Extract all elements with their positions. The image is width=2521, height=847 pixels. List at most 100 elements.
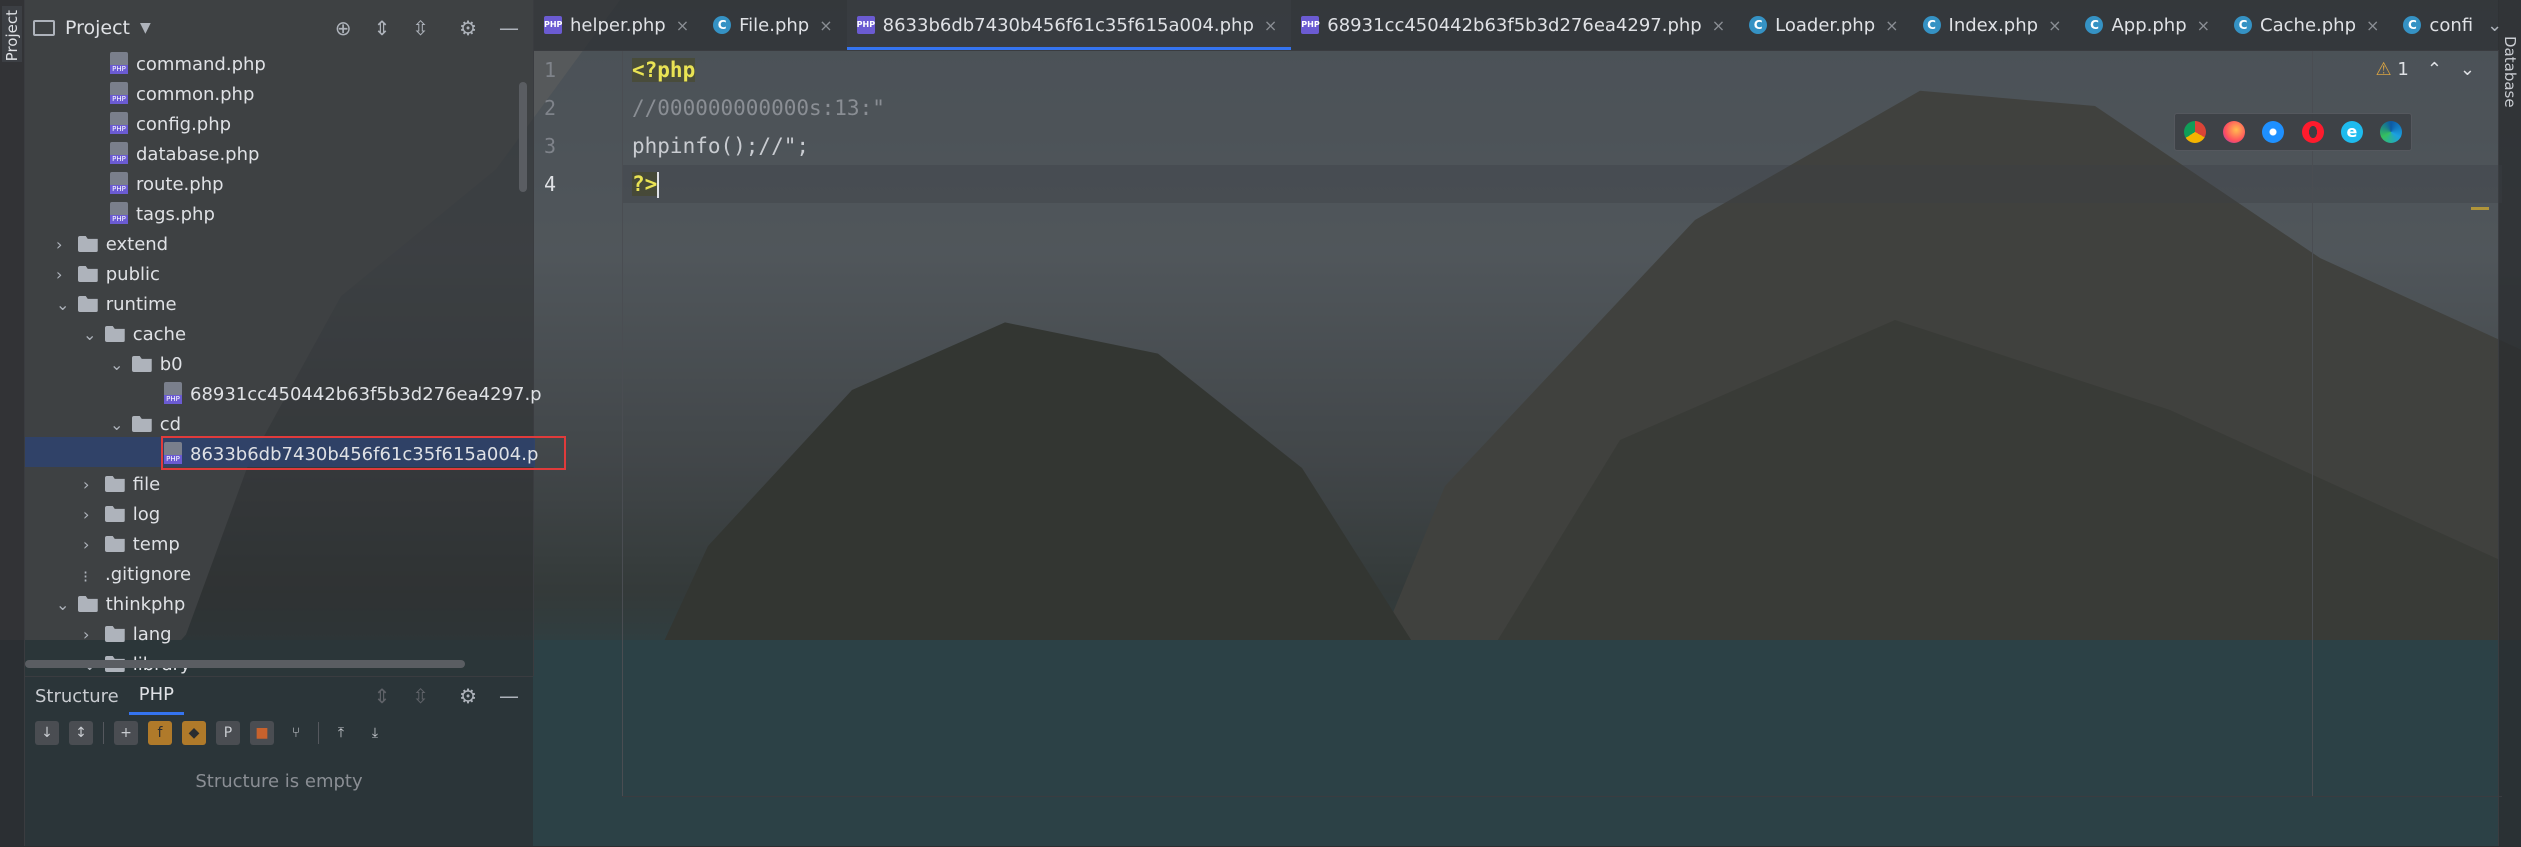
- editor-tab[interactable]: PHP 8633b6db7430b456f61c35f615a004.php ×: [846, 0, 1292, 50]
- editor-tab[interactable]: PHP helper.php ×: [534, 0, 703, 50]
- close-icon[interactable]: ×: [2197, 16, 2210, 35]
- minimize-icon[interactable]: —: [499, 684, 519, 708]
- chevron-up-icon[interactable]: ⌃: [2427, 59, 2442, 80]
- php-file-icon: [110, 202, 128, 224]
- tree-file-row[interactable]: command.php: [110, 50, 266, 80]
- project-panel-title[interactable]: Project: [65, 17, 130, 39]
- tree-folder-row[interactable]: ⌄ b0: [110, 350, 183, 380]
- chevron-down-icon[interactable]: ⌄: [2487, 15, 2499, 36]
- close-icon[interactable]: ×: [819, 16, 832, 35]
- tree-file-row[interactable]: database.php: [110, 140, 259, 170]
- chevron-down-icon[interactable]: ⌄: [2460, 59, 2475, 80]
- folder-icon: [77, 296, 98, 312]
- tree-folder-row[interactable]: ⌄ cache: [83, 320, 186, 350]
- show-inherited-icon[interactable]: +: [114, 721, 138, 745]
- chevron-right-icon[interactable]: ›: [56, 260, 72, 290]
- safari-icon[interactable]: [2262, 121, 2285, 143]
- minimize-icon[interactable]: —: [499, 16, 519, 40]
- tree-folder-row[interactable]: › lang: [83, 620, 172, 650]
- expand-icon[interactable]: ⇕: [374, 684, 391, 708]
- close-icon[interactable]: ×: [1885, 16, 1898, 35]
- sort-alphabetically-icon[interactable]: ↕: [69, 721, 93, 745]
- tree-folder-row[interactable]: › temp: [83, 530, 180, 560]
- tree-folder-row[interactable]: ⌄ runtime: [56, 290, 177, 320]
- locate-icon[interactable]: ⊕: [335, 16, 352, 40]
- gear-icon[interactable]: ⚙: [459, 684, 477, 708]
- editor-tab[interactable]: Cconfi: [2393, 0, 2487, 50]
- chevron-right-icon[interactable]: ›: [83, 500, 99, 530]
- editor-tab[interactable]: C Loader.php ×: [1739, 0, 1912, 50]
- edge-icon[interactable]: [2380, 121, 2403, 143]
- collapse-all-icon[interactable]: ⇳: [412, 16, 429, 40]
- show-fields-icon[interactable]: f: [148, 721, 172, 745]
- code-line-text: phpinfo();//";: [632, 134, 810, 158]
- tree-folder-row[interactable]: ⌄ thinkphp: [56, 590, 185, 620]
- chevron-right-icon[interactable]: ›: [56, 230, 72, 260]
- editor-tab[interactable]: C App.php ×: [2075, 0, 2224, 50]
- code-line[interactable]: phpinfo();//";: [632, 127, 809, 165]
- expand-all-icon[interactable]: ⇕: [374, 16, 391, 40]
- opera-icon[interactable]: [2301, 121, 2324, 143]
- editor-tab[interactable]: C Index.php ×: [1913, 0, 2076, 50]
- tree-file-row[interactable]: config.php: [110, 110, 231, 140]
- chevron-right-icon[interactable]: ›: [83, 530, 99, 560]
- tree-file-row[interactable]: common.php: [110, 80, 254, 110]
- tree-folder-row[interactable]: › extend: [56, 230, 168, 260]
- text-cursor: [657, 172, 660, 198]
- close-icon[interactable]: ×: [1712, 16, 1725, 35]
- show-constants-icon[interactable]: ◆: [182, 721, 206, 745]
- autoscroll-from-source-icon[interactable]: ⤓: [363, 721, 387, 745]
- project-tool-window-button[interactable]: Project: [2, 6, 22, 62]
- tree-folder-row[interactable]: › file: [83, 470, 160, 500]
- tree-file-row[interactable]: ⁝ .gitignore: [83, 560, 191, 590]
- database-stripe-label[interactable]: Database: [2501, 36, 2519, 108]
- tree-folder-row[interactable]: › log: [83, 500, 160, 530]
- tree-item-label: database.php: [136, 144, 260, 165]
- code-line[interactable]: ?>: [632, 165, 660, 203]
- chevron-down-icon[interactable]: ▼: [140, 20, 151, 36]
- tree-file-row[interactable]: route.php: [110, 170, 224, 200]
- close-icon[interactable]: ×: [2048, 16, 2061, 35]
- code-editor[interactable]: 1 2 3 4 <?php //000000000000s:13:" phpinfo();…: [534, 51, 2502, 846]
- chevron-down-icon[interactable]: ⌄: [110, 410, 126, 440]
- chevron-down-icon[interactable]: ⌄: [56, 290, 72, 320]
- warning-stripe-marker[interactable]: [2471, 207, 2489, 210]
- internet-explorer-icon[interactable]: e: [2340, 121, 2363, 143]
- inspection-widget[interactable]: ⚠ 1 ⌃ ⌄: [2375, 59, 2475, 80]
- right-tool-stripe[interactable]: Database: [2498, 0, 2521, 846]
- firefox-icon[interactable]: [2222, 121, 2245, 143]
- editor-tab[interactable]: PHP 68931cc450442b63f5b3d276ea4297.php ×: [1291, 0, 1739, 50]
- sort-by-visibility-icon[interactable]: ↓: [35, 721, 59, 745]
- editor-tab[interactable]: C File.php ×: [703, 0, 847, 50]
- code-line[interactable]: <?php: [632, 51, 696, 89]
- structure-empty-text: Structure is empty: [195, 771, 363, 792]
- autoscroll-to-source-icon[interactable]: ⤒: [329, 721, 353, 745]
- close-icon[interactable]: ×: [2366, 16, 2379, 35]
- close-icon[interactable]: ×: [676, 16, 689, 35]
- show-properties-icon[interactable]: P: [216, 721, 240, 745]
- editor-tab-label: helper.php: [570, 14, 666, 36]
- gear-icon[interactable]: ⚙: [459, 16, 477, 40]
- tab-php[interactable]: PHP: [128, 678, 184, 715]
- show-private-icon[interactable]: ■: [250, 721, 274, 745]
- tab-structure[interactable]: Structure: [25, 686, 129, 707]
- code-line[interactable]: //000000000000s:13:": [632, 89, 885, 127]
- editor-tab-label: confi: [2429, 14, 2474, 36]
- show-tree-icon[interactable]: ⑂: [284, 721, 308, 745]
- collapse-icon[interactable]: ⇳: [412, 684, 429, 708]
- chevron-down-icon[interactable]: ⌄: [56, 590, 72, 620]
- tree-folder-row[interactable]: › public: [56, 260, 160, 290]
- chevron-right-icon[interactable]: ›: [83, 620, 99, 650]
- tree-vertical-scrollbar[interactable]: [519, 82, 527, 192]
- chevron-down-icon[interactable]: ⌄: [83, 320, 99, 350]
- chevron-right-icon[interactable]: ›: [83, 470, 99, 500]
- close-icon[interactable]: ×: [1264, 16, 1277, 35]
- editor-tab[interactable]: C Cache.php ×: [2224, 0, 2393, 50]
- tree-file-row[interactable]: tags.php: [110, 200, 215, 230]
- class-icon: C: [1749, 16, 1768, 34]
- tree-horizontal-scrollbar[interactable]: [25, 660, 465, 668]
- chevron-down-icon[interactable]: ⌄: [110, 350, 126, 380]
- tree-file-row[interactable]: 68931cc450442b63f5b3d276ea4297.p: [164, 380, 542, 410]
- line-number-gutter[interactable]: 1 2 3 4: [534, 51, 623, 796]
- chrome-icon[interactable]: [2183, 121, 2206, 143]
